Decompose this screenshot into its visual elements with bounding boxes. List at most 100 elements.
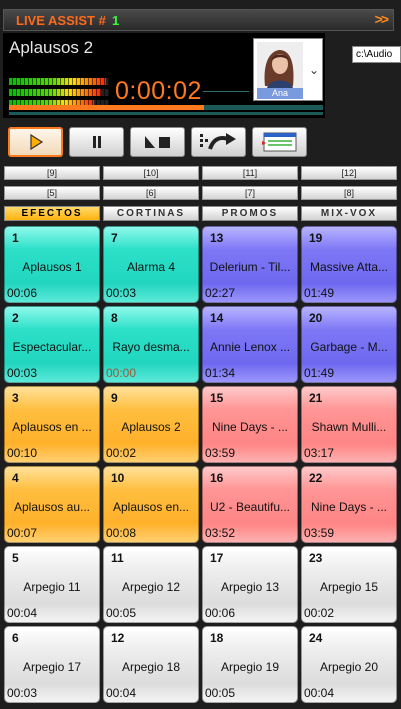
cart-title: Arpegio 19 [220,660,280,674]
cart-duration: 03:59 [205,446,236,460]
cart-number: 21 [309,391,323,405]
cart-title: Arpegio 18 [121,660,181,674]
level-meter [9,78,109,85]
cart-duration: 00:04 [304,686,335,700]
pause-button[interactable] [69,127,124,157]
cart-button[interactable]: 14 Annie Lenox ... 01:34 [202,306,298,383]
chevron-down-icon[interactable]: ⌄ [309,63,319,77]
cart-title: Arpegio 17 [22,660,82,674]
cart-duration: 00:05 [106,606,137,620]
cart-number: 13 [210,231,224,245]
tab-page-bottom-0[interactable]: [5] [4,186,100,200]
cart-title: Delerium - Til... [209,260,291,274]
cart-number: 4 [12,471,19,485]
cart-title: Annie Lenox ... [209,340,291,354]
cart-number: 14 [210,311,224,325]
cart-button[interactable]: 10 Aplausos en... 00:08 [103,466,199,543]
cart-title: Aplausos au... [13,500,91,514]
cart-title: Arpegio 13 [220,580,280,594]
cart-number: 2 [12,311,19,325]
cart-number: 7 [111,231,118,245]
stop-button[interactable] [130,127,185,157]
cart-button[interactable]: 7 Alarma 4 00:03 [103,226,199,303]
cart-button[interactable]: 22 Nine Days - ... 03:59 [301,466,397,543]
cart-duration: 03:52 [205,526,236,540]
cart-button[interactable]: 17 Arpegio 13 00:06 [202,546,298,623]
playback-progress[interactable] [9,105,323,110]
cart-button[interactable]: 3 Aplausos en ... 00:10 [4,386,100,463]
cart-duration: 00:03 [7,686,38,700]
cart-duration: 00:04 [106,686,137,700]
cart-duration: 00:02 [304,606,335,620]
secondary-progress [9,112,323,115]
panel-number: 1 [112,13,120,28]
cart-title: Arpegio 15 [319,580,379,594]
cart-title: Alarma 4 [126,260,176,274]
elapsed-time: 0:00:02 [115,77,202,105]
tab-category-1[interactable]: CORTINAS [103,206,199,221]
cart-number: 9 [111,391,118,405]
cart-button[interactable]: 23 Arpegio 15 00:02 [301,546,397,623]
cart-number: 8 [111,311,118,325]
crossfade-button[interactable] [191,127,246,157]
cart-title: Aplausos en ... [12,420,92,434]
cart-title: Rayo desma... [112,340,190,354]
cart-number: 15 [210,391,224,405]
now-playing-title: Aplausos 2 [9,38,94,57]
cart-button[interactable]: 8 Rayo desma... 00:00 [103,306,199,383]
cart-duration: 00:06 [205,606,236,620]
cart-number: 11 [111,551,124,565]
play-button[interactable] [8,127,63,157]
cart-button[interactable]: 11 Arpegio 12 00:05 [103,546,199,623]
cart-number: 3 [12,391,19,405]
cart-button[interactable]: 9 Aplausos 2 00:02 [103,386,199,463]
cart-button[interactable]: 2 Espectacular... 00:03 [4,306,100,383]
cart-duration: 02:27 [205,286,236,300]
cart-button[interactable]: 16 U2 - Beautifu... 03:52 [202,466,298,543]
cart-duration: 01:49 [304,286,335,300]
tab-category-2[interactable]: PROMOS [202,206,298,221]
tab-page-bottom-1[interactable]: [6] [103,186,199,200]
cart-duration: 00:05 [205,686,236,700]
cart-button[interactable]: 12 Arpegio 18 00:04 [103,626,199,703]
playback-progress-fill [9,105,204,110]
cart-button[interactable]: 1 Aplausos 1 00:06 [4,226,100,303]
double-chevron-right-icon[interactable]: >> [375,11,389,27]
stop-icon [144,136,170,148]
cart-duration: 00:06 [7,286,38,300]
cart-number: 6 [12,631,19,645]
cart-button[interactable]: 15 Nine Days - ... 03:59 [202,386,298,463]
cart-duration: 00:04 [7,606,38,620]
cart-duration: 03:59 [304,526,335,540]
cart-button[interactable]: 6 Arpegio 17 00:03 [4,626,100,703]
tab-page-top-0[interactable]: [9] [4,166,100,180]
cover-label: Ana [257,88,303,99]
cart-button[interactable]: 5 Arpegio 11 00:04 [4,546,100,623]
cart-button[interactable]: 4 Aplausos au... 00:07 [4,466,100,543]
timeline-divider [203,91,249,92]
tab-page-bottom-3[interactable]: [8] [301,186,397,200]
cart-button[interactable]: 24 Arpegio 20 00:04 [301,626,397,703]
cart-button[interactable]: 20 Garbage - M... 01:49 [301,306,397,383]
audio-path-field[interactable]: c:\Audio [352,46,401,63]
tab-category-0[interactable]: EFECTOS [4,206,100,221]
tab-page-top-1[interactable]: [10] [103,166,199,180]
cart-number: 16 [210,471,224,485]
cart-title: Massive Atta... [309,260,389,274]
cart-duration: 00:07 [7,526,38,540]
tab-page-bottom-2[interactable]: [7] [202,186,298,200]
cart-title: Aplausos 1 [22,260,82,274]
cart-number: 1 [12,231,19,245]
cart-button[interactable]: 18 Arpegio 19 00:05 [202,626,298,703]
tab-category-3[interactable]: MIX-VOX [301,206,397,221]
cart-button[interactable]: 13 Delerium - Til... 02:27 [202,226,298,303]
playlist-button[interactable] [252,127,307,157]
cart-button[interactable]: 21 Shawn Mulli... 03:17 [301,386,397,463]
play-icon [29,133,43,151]
cart-duration: 01:34 [205,366,236,380]
cart-duration: 00:10 [7,446,38,460]
cover-art-selector[interactable]: Ana ⌄ [253,38,323,101]
tab-page-top-2[interactable]: [11] [202,166,298,180]
cart-button[interactable]: 19 Massive Atta... 01:49 [301,226,397,303]
tab-page-top-3[interactable]: [12] [301,166,397,180]
